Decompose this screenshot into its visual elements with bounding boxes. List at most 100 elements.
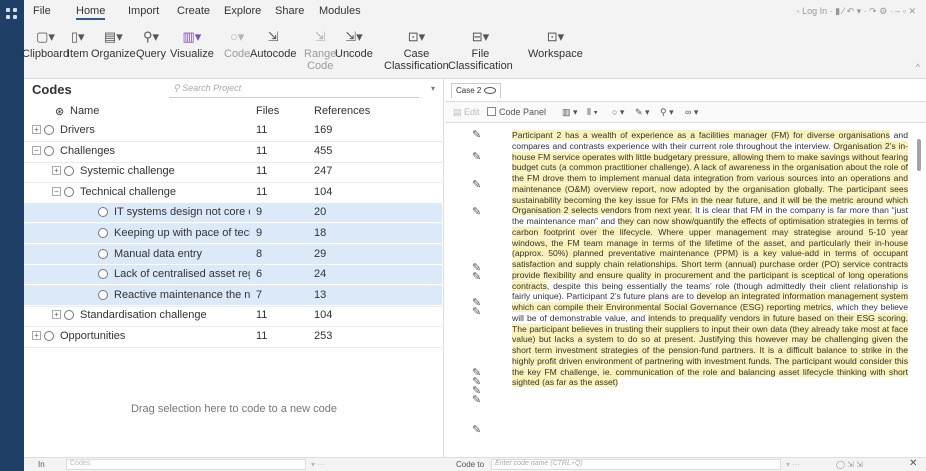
in-dropdown-icon[interactable]: ▾ ··· [311, 460, 325, 469]
code-row[interactable]: + Standardisation challenge 11 104 [24, 306, 442, 325]
code-panel-checkbox[interactable] [487, 107, 496, 116]
stripes-button[interactable]: ▥ ▾ [562, 107, 578, 118]
query-button[interactable]: ⚲▾ Query [136, 29, 166, 61]
code-files: 6 [256, 268, 263, 281]
row-divider [24, 347, 442, 348]
file-classification-button[interactable]: ⊟▾ File Classification [448, 29, 513, 73]
code-row[interactable]: − Challenges 11 455 [24, 142, 442, 161]
item-button[interactable]: ▯▾ Item [67, 30, 88, 61]
highlight-button[interactable]: ⦀ ▾ [587, 107, 598, 118]
document-text[interactable]: Participant 2 has a wealth of experience… [512, 130, 909, 388]
code-node-icon [64, 310, 74, 321]
column-header-files[interactable]: Files [256, 105, 279, 117]
tab-import[interactable]: Import [128, 5, 159, 17]
tab-home[interactable]: Home [76, 5, 106, 20]
in-field[interactable]: Codes [66, 459, 306, 470]
code-files: 8 [256, 247, 263, 260]
uncode-icon: ⇲▾ [345, 29, 363, 44]
range-code-button[interactable]: ⇲ Range Code [304, 30, 336, 73]
code-name: Systemic challenge [80, 165, 175, 178]
tab-create[interactable]: Create [177, 5, 210, 17]
case-classification-button[interactable]: ⊡▾ Case Classification [384, 30, 449, 73]
coding-stripe-icon: ✎ [472, 151, 482, 163]
search-project-input[interactable]: ⚲ Search Project [169, 83, 419, 98]
code-row[interactable]: + Opportunities 11 253 [24, 327, 442, 346]
code-node-icon [44, 331, 54, 341]
code-row[interactable]: Manual data entry 8 29 [24, 244, 442, 264]
code-node-icon [98, 269, 108, 280]
login-link[interactable]: Log In [802, 6, 827, 16]
code-name: Drivers [60, 124, 95, 136]
code-action-icons[interactable]: ◯ ⇲ ⇲ [836, 460, 863, 469]
zoom-button[interactable]: ⚲ ▾ [660, 107, 674, 118]
code-panel-label: Code Panel [499, 107, 547, 117]
code-references: 253 [314, 330, 333, 342]
login-area[interactable]: ◦ Log In · ▮ ⁄ ↶ ▾ · ↷ ⚙ · ‒ ▫ ✕ [796, 6, 916, 17]
workspace-button[interactable]: ⊡▾ Workspace [528, 30, 583, 61]
code-name: Reactive maintenance the nor [114, 288, 250, 301]
code-to-dropdown-icon[interactable]: ▾ ··· [786, 460, 800, 469]
coded-text-segment[interactable]: intends to prequalify vendors in future … [648, 312, 909, 323]
code-row[interactable]: − Technical challenge 11 104 [24, 183, 442, 202]
code-row[interactable]: Keeping up with pace of tech 9 18 [24, 224, 442, 243]
code-references: 29 [314, 247, 327, 260]
tab-case-2[interactable]: Case 2 [451, 83, 502, 98]
chart-icon: ▥▾ [182, 29, 202, 44]
tab-modules[interactable]: Modules [319, 5, 361, 17]
clipboard-button[interactable]: ▢▾ Clipboard [22, 30, 69, 61]
code-row[interactable]: Reactive maintenance the nor 7 13 [24, 285, 442, 305]
autocode-button[interactable]: ⇲ Autocode [250, 30, 296, 61]
code-name: Opportunities [60, 330, 126, 342]
collapse-icon[interactable]: − [52, 186, 61, 196]
name-column-icon: ⊛ [55, 106, 65, 118]
scrollbar-thumb[interactable] [917, 139, 921, 171]
tab-share[interactable]: Share [275, 5, 304, 17]
expand-icon[interactable]: + [52, 310, 61, 320]
app-sidebar [0, 0, 24, 471]
collapse-icon[interactable]: − [32, 145, 41, 155]
search-placeholder: Search Project [182, 83, 242, 93]
organize-button[interactable]: ▤▾ Organize [91, 30, 136, 61]
codes-title: Codes [32, 82, 72, 97]
code-row[interactable]: IT systems design not core co 9 20 [24, 203, 442, 223]
apps-grid-icon[interactable] [6, 8, 18, 20]
chevron-down-icon[interactable]: ▾ [431, 84, 435, 93]
code-row[interactable]: Lack of centralised asset regis 6 24 [24, 265, 442, 285]
coded-text-segment[interactable]: Participant 2 has a wealth of experience… [512, 130, 890, 140]
code-row[interactable]: + Systemic challenge 11 247 [24, 162, 442, 181]
code-files: 11 [256, 165, 268, 178]
visualize-button[interactable]: ▥▾ Visualize [170, 29, 214, 61]
tab-explore[interactable]: Explore [224, 5, 261, 17]
code-panel-toggle[interactable]: Code Panel [487, 107, 546, 117]
code-shape-button[interactable]: ○ ▾ [612, 107, 624, 118]
code-node-icon [44, 145, 54, 156]
code-name: Challenges [60, 144, 116, 157]
link-button[interactable]: ∞ ▾ [685, 107, 698, 118]
expand-icon[interactable]: + [32, 125, 41, 134]
menu-bar: File Home Import Create Explore Share Mo… [24, 0, 926, 22]
code-name: Standardisation challenge [80, 309, 207, 322]
file-classification-icon: ⊟▾ [471, 29, 490, 44]
column-header-references[interactable]: References [314, 105, 370, 117]
code-files: 9 [256, 206, 263, 219]
code-row[interactable]: + Drivers 11 169 [24, 121, 442, 140]
doc-tab-label: Case 2 [456, 86, 482, 95]
expand-icon[interactable]: + [52, 166, 61, 176]
edit-button[interactable]: ▤ Edit [453, 107, 480, 118]
ribbon: File Home Import Create Explore Share Mo… [22, 0, 926, 79]
annotate-button[interactable]: ✎ ▾ [635, 107, 650, 118]
code-node-icon [98, 207, 108, 218]
close-icon[interactable]: ✕ [909, 458, 917, 469]
code-to-input[interactable]: Enter code name (CTRL+Q) [491, 459, 781, 470]
uncode-button[interactable]: ⇲▾ Uncode [335, 29, 373, 61]
edit-label: Edit [464, 107, 480, 117]
tab-file[interactable]: File [33, 5, 51, 17]
expand-icon[interactable]: + [32, 331, 41, 340]
document-toolbar: ▤ Edit Code Panel ▥ ▾ ⦀ ▾ ○ ▾ ✎ ▾ ⚲ ▾ ∞ … [445, 101, 926, 123]
collapse-ribbon-icon[interactable]: ^ [916, 62, 920, 72]
code-references: 20 [314, 206, 327, 219]
code-button[interactable]: ○▾ Code [224, 30, 250, 61]
coding-stripe-icon: ✎ [472, 306, 482, 318]
column-header-name[interactable]: Name [70, 105, 99, 117]
query-icon: ⚲▾ [142, 29, 159, 44]
